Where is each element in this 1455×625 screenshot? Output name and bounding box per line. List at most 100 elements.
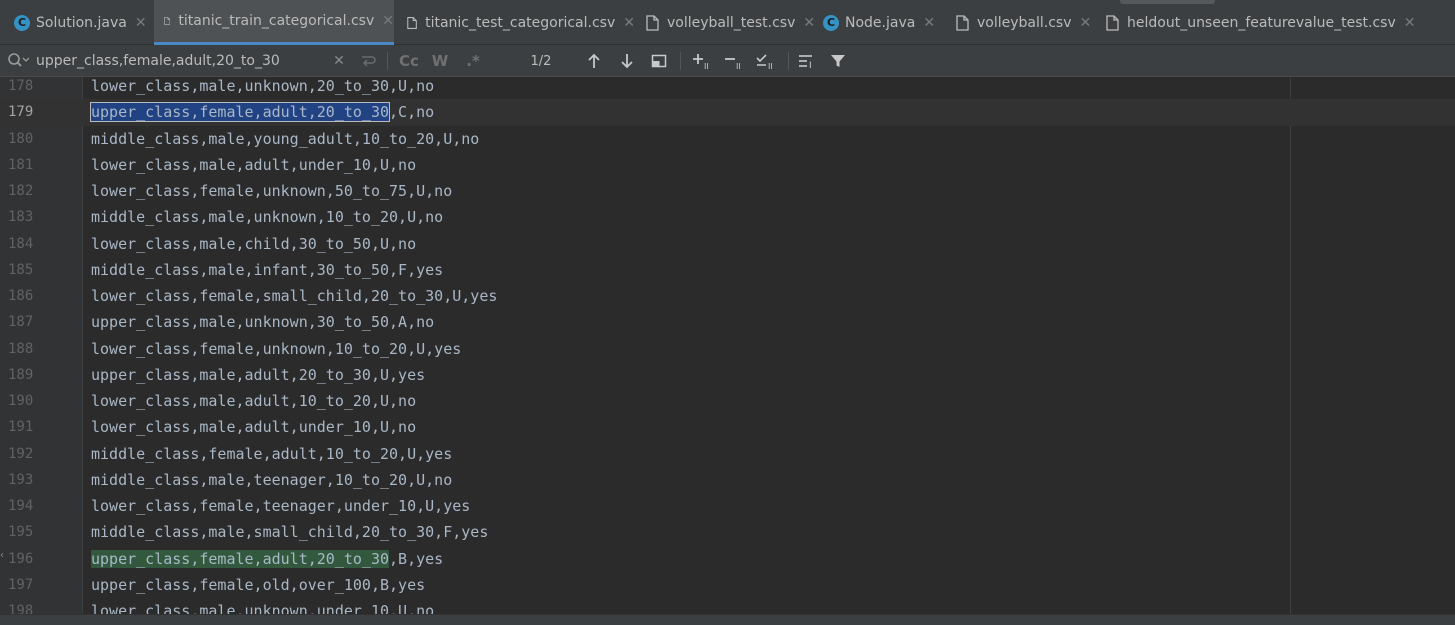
code-line[interactable]: 183 middle_class,male,unknown,10_to_20,U,…: [0, 204, 1455, 230]
unselect-occurrence-button[interactable]: II: [722, 45, 748, 77]
code-line[interactable]: 195 middle_class,male,small_child,20_to_3…: [0, 519, 1455, 545]
code-line[interactable]: 179 upper_class,female,adult,20_to_30,C,n…: [0, 99, 1455, 126]
line-text[interactable]: lower_class,female,unknown,10_to_20,U,ye…: [91, 336, 461, 362]
line-text[interactable]: middle_class,male,small_child,20_to_30,F…: [91, 519, 488, 545]
line-text[interactable]: lower_class,male,adult,under_10,U,no: [91, 414, 416, 440]
code-line[interactable]: 185 middle_class,male,infant,30_to_50,F,y…: [0, 257, 1455, 283]
file-icon: [1106, 14, 1119, 31]
line-text[interactable]: lower_class,male,unknown,under_10,U,no: [91, 598, 434, 614]
line-text-rest: lower_class,female,unknown,50_to_75,U,no: [91, 182, 453, 200]
code-line[interactable]: 181 lower_class,male,adult,under_10,U,no: [0, 152, 1455, 178]
line-number: 185: [8, 261, 34, 278]
line-text[interactable]: middle_class,male,unknown,10_to_20,U,no: [91, 204, 443, 230]
code-line[interactable]: 193 middle_class,male,teenager,10_to_20,U…: [0, 467, 1455, 493]
select-all-occurrences-button[interactable]: II: [754, 45, 780, 77]
code-line[interactable]: 182 lower_class,female,unknown,50_to_75,U…: [0, 178, 1455, 204]
tab-titanic-test-categorical[interactable]: titanic_test_categorical.csv ✕: [407, 0, 635, 45]
close-icon[interactable]: ✕: [135, 15, 147, 31]
line-number: 198: [8, 603, 34, 614]
line-text[interactable]: lower_class,male,adult,under_10,U,no: [91, 152, 416, 178]
line-text[interactable]: middle_class,female,adult,10_to_20,U,yes: [91, 441, 452, 467]
match-case-button[interactable]: Cc: [396, 45, 422, 77]
code-line[interactable]: 184 lower_class,male,child,30_to_50,U,no: [0, 231, 1455, 257]
code-line[interactable]: 178 lower_class,male,unknown,20_to_30,U,n…: [0, 77, 1455, 99]
line-number: 196: [8, 550, 34, 567]
line-text[interactable]: lower_class,male,adult,10_to_20,U,no: [91, 388, 416, 414]
code-line[interactable]: 198 lower_class,male,unknown,under_10,U,n…: [0, 598, 1455, 614]
regex-button[interactable]: .*: [462, 45, 484, 77]
tab-label: volleyball_test.csv: [667, 14, 796, 31]
code-line[interactable]: 189 upper_class,male,adult,20_to_30,U,yes: [0, 362, 1455, 388]
line-text-rest: ,B,yes: [389, 549, 444, 568]
tab-label: volleyball.csv: [977, 14, 1072, 31]
line-text[interactable]: middle_class,male,infant,30_to_50,F,yes: [91, 257, 443, 283]
tab-titanic-train-categorical[interactable]: titanic_train_categorical.csv ✕: [154, 0, 394, 45]
line-text[interactable]: upper_class,male,adult,20_to_30,U,yes: [91, 362, 425, 388]
close-icon[interactable]: ✕: [623, 15, 635, 31]
line-text-rest: middle_class,male,teenager,10_to_20,U,no: [91, 470, 453, 489]
code-line[interactable]: 186 lower_class,female,small_child,20_to_…: [0, 283, 1455, 309]
multiline-icon[interactable]: [357, 45, 379, 77]
fold-marker-icon[interactable]: ‹: [0, 550, 4, 562]
close-icon[interactable]: ✕: [1080, 15, 1092, 31]
arrow-down-icon: [621, 54, 633, 69]
close-icon[interactable]: ✕: [1404, 15, 1416, 31]
close-icon[interactable]: ✕: [382, 13, 394, 29]
line-text[interactable]: middle_class,male,teenager,10_to_20,U,no: [91, 467, 452, 493]
clear-search-icon[interactable]: ✕: [330, 45, 348, 77]
code-line[interactable]: 191 lower_class,male,adult,under_10,U,no: [0, 414, 1455, 440]
toolbar-separator: [387, 52, 388, 70]
add-occurrence-icon: II: [693, 54, 709, 70]
line-text[interactable]: middle_class,male,young_adult,10_to_20,U…: [91, 126, 479, 152]
code-line[interactable]: 190 lower_class,male,adult,10_to_20,U,no: [0, 388, 1455, 414]
line-number: 182: [8, 183, 34, 199]
line-text[interactable]: upper_class,male,unknown,30_to_50,A,no: [91, 309, 434, 335]
add-selection-next-button[interactable]: II: [690, 45, 716, 77]
remove-occurrence-icon: II: [725, 58, 741, 70]
code-line[interactable]: 197 upper_class,female,old,over_100,B,yes: [0, 572, 1455, 598]
line-text[interactable]: upper_class,female,adult,20_to_30,B,yes: [91, 546, 443, 572]
code-line[interactable]: 196 upper_class,female,adult,20_to_30,B,y…: [0, 546, 1455, 572]
tab-volleyball-test[interactable]: volleyball_test.csv ✕: [646, 0, 816, 45]
code-line[interactable]: 194 lower_class,female,teenager,under_10,…: [0, 493, 1455, 519]
code-line[interactable]: 180 middle_class,male,young_adult,10_to_2…: [0, 126, 1455, 152]
filter-button[interactable]: [827, 45, 849, 77]
code-line[interactable]: 188 lower_class,female,unknown,10_to_20,U…: [0, 336, 1455, 362]
words-button[interactable]: W: [429, 45, 451, 77]
open-in-window-button[interactable]: [648, 45, 670, 77]
close-icon[interactable]: ✕: [923, 15, 935, 31]
line-text-rest: lower_class,female,unknown,10_to_20,U,ye…: [91, 339, 462, 358]
line-text-rest: middle_class,female,adult,10_to_20,U,yes: [91, 444, 453, 463]
search-input[interactable]: [36, 50, 326, 72]
line-text[interactable]: lower_class,female,teenager,under_10,U,y…: [91, 493, 470, 519]
tab-heldout-unseen-featurevalue-test[interactable]: heldout_unseen_featurevalue_test.csv ✕: [1106, 0, 1446, 45]
next-occurrence-button[interactable]: [616, 45, 638, 77]
line-text[interactable]: lower_class,female,small_child,20_to_30,…: [91, 283, 497, 309]
line-text[interactable]: lower_class,male,child,30_to_50,U,no: [91, 231, 416, 257]
code-editor[interactable]: 178 lower_class,male,unknown,20_to_30,U,n…: [0, 77, 1455, 614]
line-text-rest: lower_class,male,adult,under_10,U,no: [91, 418, 417, 437]
window-icon: [651, 54, 667, 68]
code-line[interactable]: 192 middle_class,female,adult,10_to_20,U,…: [0, 441, 1455, 467]
line-text[interactable]: upper_class,female,old,over_100,B,yes: [91, 572, 425, 598]
previous-occurrence-button[interactable]: [583, 45, 605, 77]
svg-text:II: II: [704, 62, 709, 70]
line-text[interactable]: lower_class,female,unknown,50_to_75,U,no: [91, 178, 452, 204]
tab-label: Node.java: [845, 14, 916, 31]
svg-text:I: I: [809, 61, 812, 69]
ide-window: C Solution.java ✕ titanic_train_categori…: [0, 0, 1455, 625]
close-icon[interactable]: ✕: [803, 15, 815, 31]
line-number: 188: [8, 340, 34, 357]
tab-solution-java[interactable]: C Solution.java ✕: [14, 0, 154, 45]
tab-node-java[interactable]: C Node.java ✕: [823, 0, 943, 45]
tab-label: heldout_unseen_featurevalue_test.csv: [1127, 14, 1396, 31]
line-text[interactable]: upper_class,female,adult,20_to_30,C,no: [89, 99, 434, 125]
code-line[interactable]: 187 upper_class,male,unknown,30_to_50,A,n…: [0, 309, 1455, 335]
search-match: upper_class,female,adult,20_to_30: [91, 549, 390, 568]
search-history-icon[interactable]: [7, 52, 30, 74]
filter-lines-button[interactable]: I: [796, 45, 820, 77]
horizontal-scrollbar[interactable]: [0, 614, 1455, 625]
line-text[interactable]: lower_class,male,unknown,20_to_30,U,no: [91, 77, 434, 99]
line-text-rest: lower_class,male,unknown,under_10,U,no: [91, 602, 435, 614]
tab-volleyball-csv[interactable]: volleyball.csv ✕: [956, 0, 1096, 45]
